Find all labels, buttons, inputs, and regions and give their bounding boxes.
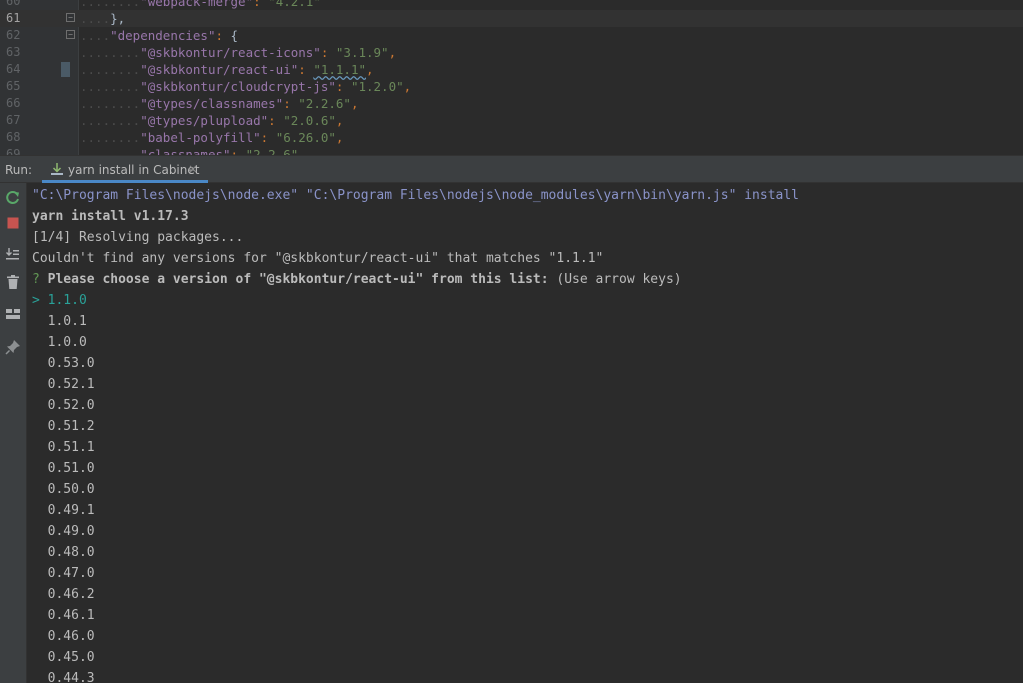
code-text: ........"classnames": "2.2.6" — [80, 147, 299, 155]
code-text: ........"@skbkontur/cloudcrypt-js": "1.2… — [80, 79, 412, 94]
close-icon[interactable]: × — [188, 162, 198, 176]
run-tool-window-header: Run: yarn install in Cabinet × — [0, 155, 1023, 183]
version-option[interactable]: 0.51.0 — [32, 458, 95, 479]
line-number: 61 — [6, 11, 21, 25]
code-text: ....}, — [80, 11, 126, 26]
fold-toggle-icon[interactable]: − — [66, 13, 75, 22]
version-option[interactable]: 0.49.1 — [32, 500, 95, 521]
version-option[interactable]: 0.44.3 — [32, 668, 95, 683]
trash-icon[interactable] — [4, 273, 22, 291]
code-text: ........"@skbkontur/react-icons": "3.1.9… — [80, 45, 397, 60]
version-option[interactable]: 1.0.1 — [32, 311, 87, 332]
version-option[interactable]: 0.49.0 — [32, 521, 95, 542]
line-number: 64 — [6, 62, 21, 76]
fold-toggle-icon[interactable]: − — [66, 30, 75, 39]
version-option[interactable]: 0.53.0 — [32, 353, 95, 374]
line-number: 67 — [6, 113, 21, 127]
code-line[interactable]: 65 ........"@skbkontur/cloudcrypt-js": "1… — [0, 78, 1023, 95]
console-command-line: "C:\Program Files\nodejs\node.exe" "C:\P… — [32, 188, 800, 203]
pin-icon[interactable] — [4, 338, 22, 356]
version-prompt: ? Please choose a version of "@skbkontur… — [32, 269, 682, 290]
version-option[interactable]: 1.0.0 — [32, 332, 87, 353]
version-option[interactable]: 0.45.0 — [32, 647, 95, 668]
code-text: ........"@skbkontur/react-ui": "1.1.1", — [80, 62, 374, 77]
run-label: Run: — [5, 163, 33, 177]
version-option[interactable]: 0.51.1 — [32, 437, 95, 458]
version-option[interactable]: 0.46.0 — [32, 626, 95, 647]
version-option[interactable]: 0.47.0 — [32, 563, 95, 584]
version-option[interactable]: 0.52.0 — [32, 395, 95, 416]
code-text: ........"babel-polyfill": "6.26.0", — [80, 130, 344, 145]
code-line[interactable]: 68 ........"babel-polyfill": "6.26.0", — [0, 129, 1023, 146]
selected-version: 1.1.0 — [47, 293, 87, 308]
code-text: ...."dependencies": { — [80, 28, 239, 43]
version-option-selected[interactable]: > 1.1.0 — [32, 290, 87, 311]
yarn-version-header: yarn install v1.17.3 — [32, 209, 189, 224]
scroll-to-end-icon[interactable] — [4, 245, 22, 263]
code-text: ........"@types/plupload": "2.0.6", — [80, 113, 344, 128]
code-text: ........"webpack-merge": "4.2.1" — [80, 0, 321, 9]
not-found-message: Couldn't find any versions for "@skbkont… — [32, 251, 604, 266]
version-option[interactable]: 0.52.1 — [32, 374, 95, 395]
prompt-hint: (Use arrow keys) — [556, 272, 682, 287]
download-arrow-icon — [50, 162, 64, 176]
layout-icon[interactable] — [4, 305, 22, 323]
version-option[interactable]: 0.46.2 — [32, 584, 95, 605]
code-line[interactable]: 69 ........"classnames": "2.2.6" — [0, 146, 1023, 155]
code-line[interactable]: 60 ........"webpack-merge": "4.2.1" — [0, 0, 1023, 10]
line-number: 69 — [6, 147, 21, 155]
code-line[interactable]: 62 ...."dependencies": {− — [0, 27, 1023, 44]
code-line[interactable]: 63 ........"@skbkontur/react-icons": "3.1… — [0, 44, 1023, 61]
run-toolbar — [0, 183, 27, 683]
selection-caret: > — [32, 293, 40, 308]
code-text: ........"@types/classnames": "2.2.6", — [80, 96, 359, 111]
resolving-step: [1/4] Resolving packages... — [32, 230, 244, 245]
version-option[interactable]: 0.48.0 — [32, 542, 95, 563]
line-number: 60 — [6, 0, 21, 8]
code-line[interactable]: 61....}, − — [0, 10, 1023, 27]
run-tab-yarn-install[interactable]: yarn install in Cabinet × — [42, 156, 208, 183]
run-console-output[interactable]: "C:\Program Files\nodejs\node.exe" "C:\P… — [27, 183, 1023, 683]
prompt-question-mark: ? — [32, 272, 40, 287]
code-line[interactable]: 66 ........"@types/classnames": "2.2.6", — [0, 95, 1023, 112]
line-number: 63 — [6, 45, 21, 59]
line-number: 65 — [6, 79, 21, 93]
stop-icon[interactable] — [4, 214, 22, 232]
line-number: 62 — [6, 28, 21, 42]
rerun-icon[interactable] — [4, 189, 22, 207]
code-line[interactable]: 67 ........"@types/plupload": "2.0.6", — [0, 112, 1023, 129]
line-number: 66 — [6, 96, 21, 110]
version-option[interactable]: 0.50.0 — [32, 479, 95, 500]
prompt-text: Please choose a version of "@skbkontur/r… — [47, 272, 549, 287]
line-number: 68 — [6, 130, 21, 144]
change-marker — [61, 62, 70, 77]
version-option[interactable]: 0.46.1 — [32, 605, 95, 626]
run-tab-label: yarn install in Cabinet — [68, 163, 200, 177]
code-line[interactable]: 64 ........"@skbkontur/react-ui": "1.1.1"… — [0, 61, 1023, 78]
code-editor[interactable]: 60 ........"webpack-merge": "4.2.1" 61....… — [0, 0, 1023, 155]
version-option[interactable]: 0.51.2 — [32, 416, 95, 437]
